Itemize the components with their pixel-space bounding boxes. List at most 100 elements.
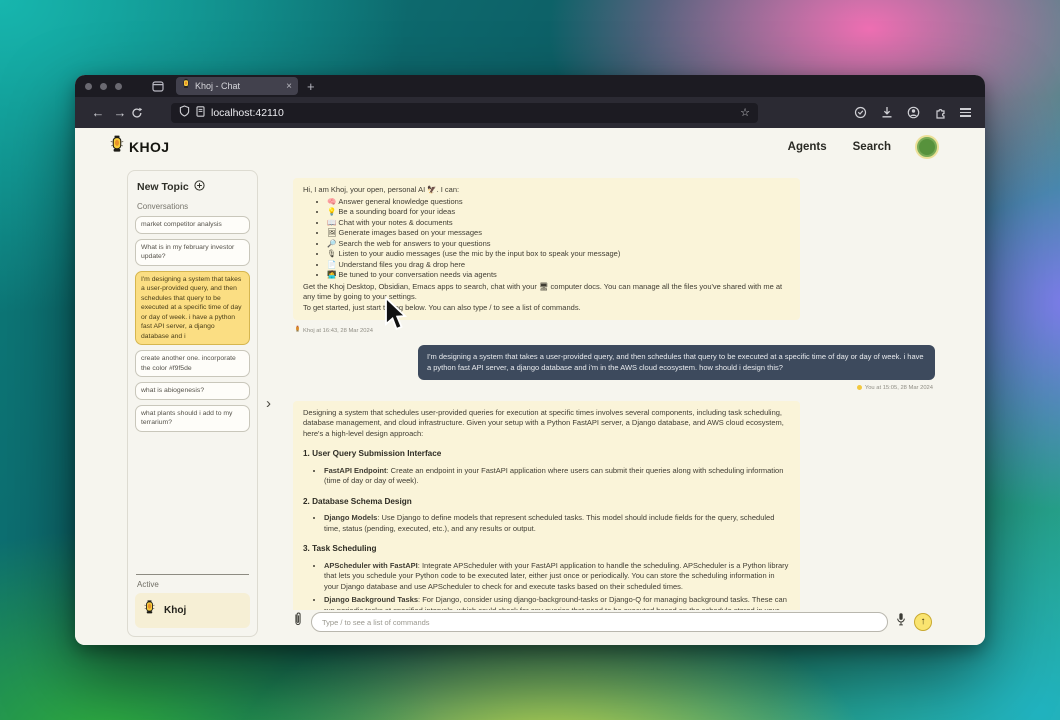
- tab-close-icon[interactable]: ×: [286, 81, 292, 92]
- conversation-item[interactable]: what is abiogenesis?: [135, 382, 250, 400]
- welcome-bullet: 🔎Search the web for answers to your ques…: [327, 239, 790, 250]
- forward-icon[interactable]: →: [109, 105, 131, 120]
- welcome-bullet: 📖Chat with your notes & documents: [327, 218, 790, 229]
- attach-paperclip-icon[interactable]: [293, 611, 303, 633]
- firefox-view-icon[interactable]: [152, 81, 164, 92]
- section-bullet: APScheduler with FastAPI: Integrate APSc…: [324, 561, 790, 593]
- new-topic-button[interactable]: New Topic: [135, 180, 250, 194]
- send-button[interactable]: ↑: [914, 613, 932, 631]
- tracking-shield-icon[interactable]: [179, 104, 190, 122]
- khoj-app: KHOJ Agents Search New Topic Conversatio…: [75, 128, 985, 645]
- page-info-icon[interactable]: [196, 104, 205, 122]
- sidebar-footer: Active Khoj: [135, 568, 250, 628]
- khoj-lantern-icon: [109, 134, 125, 161]
- app-header: KHOJ Agents Search: [75, 128, 985, 166]
- chat-messages: Hi, I am Khoj, your open, personal AI 🦅.…: [293, 178, 935, 610]
- new-topic-label: New Topic: [137, 181, 189, 193]
- window-controls[interactable]: [85, 83, 122, 90]
- bullet-emoji-icon: 📖: [327, 218, 336, 227]
- bullet-emoji-icon: 🎙: [327, 249, 337, 258]
- mic-icon[interactable]: [896, 612, 906, 632]
- extensions-icon[interactable]: [934, 107, 946, 119]
- khoj-lantern-icon: [295, 325, 300, 336]
- section-bullet: Django Background Tasks: For Django, con…: [324, 595, 790, 610]
- section-bullet: Django Models: Use Django to define mode…: [324, 513, 790, 534]
- reload-icon[interactable]: [131, 107, 143, 119]
- desktop-wallpaper: Khoj - Chat × + ← → localhost:42110 ☆: [0, 0, 1060, 720]
- browser-navbar: ← → localhost:42110 ☆: [75, 97, 985, 128]
- bullet-emoji-icon: 💡: [327, 207, 336, 216]
- section-heading: 1. User Query Submission Interface: [303, 448, 790, 459]
- menu-icon[interactable]: [960, 108, 971, 116]
- chat-prompt-input[interactable]: [311, 612, 888, 632]
- conversation-sidebar: New Topic Conversations market competito…: [127, 170, 258, 637]
- shield-badge-icon[interactable]: [854, 106, 867, 119]
- active-label: Active: [135, 580, 250, 589]
- url-text[interactable]: localhost:42110: [211, 107, 734, 119]
- response-intro: Designing a system that schedules user-p…: [303, 408, 790, 440]
- browser-toolbar-icons: [854, 106, 973, 119]
- browser-window: Khoj - Chat × + ← → localhost:42110 ☆: [75, 75, 985, 645]
- khoj-lantern-favicon-icon: [182, 77, 190, 95]
- tab-title: Khoj - Chat: [195, 81, 281, 91]
- user-avatar[interactable]: [917, 137, 937, 157]
- nav-search-link[interactable]: Search: [853, 141, 891, 153]
- user-emoji-icon: [857, 385, 862, 390]
- section-bullets: Django Models: Use Django to define mode…: [303, 513, 790, 534]
- welcome-outro-1: Get the Khoj Desktop, Obsidian, Emacs ap…: [303, 282, 790, 303]
- sidebar-divider: [136, 574, 249, 575]
- welcome-bullet: 💡Be a sounding board for your ideas: [327, 207, 790, 218]
- section-bullets: APScheduler with FastAPI: Integrate APSc…: [303, 561, 790, 610]
- section-heading: 3. Task Scheduling: [303, 543, 790, 554]
- sidebar-collapse-chevron-icon[interactable]: ›: [266, 396, 271, 411]
- section-heading: 2. Database Schema Design: [303, 496, 790, 507]
- welcome-bullet-list: 🧠Answer general knowledge questions 💡Be …: [303, 197, 790, 281]
- conversation-item[interactable]: create another one. incorporate the colo…: [135, 350, 250, 377]
- response-section: 2. Database Schema Design Django Models:…: [303, 496, 790, 534]
- conversation-list: market competitor analysis What is in my…: [135, 216, 250, 432]
- window-close-button[interactable]: [85, 83, 92, 90]
- welcome-outro-2: To get started, just start typing below.…: [303, 303, 790, 314]
- user-message-row: I'm designing a system that takes a user…: [293, 345, 935, 380]
- active-agent-name: Khoj: [164, 605, 186, 616]
- conversation-item[interactable]: what plants should i add to my terrarium…: [135, 405, 250, 432]
- chat-input-bar: ↑: [293, 611, 932, 633]
- nav-agents-link[interactable]: Agents: [788, 141, 827, 153]
- bullet-emoji-icon: 🔎: [327, 239, 336, 248]
- conversation-item[interactable]: What is in my february investor update?: [135, 239, 250, 266]
- bookmark-star-icon[interactable]: ☆: [740, 106, 750, 119]
- browser-tab[interactable]: Khoj - Chat ×: [176, 77, 298, 95]
- khoj-logo[interactable]: KHOJ: [109, 134, 170, 161]
- khoj-lantern-icon: [143, 599, 156, 622]
- welcome-intro: Hi, I am Khoj, your open, personal AI 🦅.…: [303, 185, 790, 196]
- welcome-bullet: 🧠Answer general knowledge questions: [327, 197, 790, 208]
- conversation-item[interactable]: I'm designing a system that takes a user…: [135, 271, 250, 346]
- url-bar[interactable]: localhost:42110 ☆: [171, 103, 758, 123]
- window-zoom-button[interactable]: [115, 83, 122, 90]
- khoj-welcome-message: Hi, I am Khoj, your open, personal AI 🦅.…: [293, 178, 800, 320]
- bullet-emoji-icon: 🧠: [327, 197, 336, 206]
- section-bullet: FastAPI Endpoint: Create an endpoint in …: [324, 466, 790, 487]
- khoj-response-message: Designing a system that schedules user-p…: [293, 401, 800, 610]
- download-icon[interactable]: [881, 106, 893, 119]
- user-message: I'm designing a system that takes a user…: [418, 345, 935, 380]
- response-sections: 1. User Query Submission Interface FastA…: [303, 448, 790, 610]
- browser-titlebar: Khoj - Chat × +: [75, 75, 985, 97]
- plus-circle-icon: [194, 180, 205, 194]
- bullet-emoji-icon: 🧑‍💻: [327, 270, 336, 279]
- bullet-emoji-icon: 📄: [327, 260, 336, 269]
- conversation-item[interactable]: market competitor analysis: [135, 216, 250, 234]
- window-minimize-button[interactable]: [100, 83, 107, 90]
- conversations-label: Conversations: [135, 202, 250, 211]
- active-agent[interactable]: Khoj: [135, 593, 250, 628]
- welcome-bullet: 📄Understand files you drag & drop here: [327, 260, 790, 271]
- logo-text: KHOJ: [129, 139, 170, 155]
- account-icon[interactable]: [907, 106, 920, 119]
- welcome-bullet: 🖼Generate images based on your messages: [327, 228, 790, 239]
- welcome-bullet: 🎙Listen to your audio messages (use the …: [327, 249, 790, 260]
- welcome-bullet: 🧑‍💻Be tuned to your conversation needs v…: [327, 270, 790, 281]
- new-tab-button[interactable]: +: [307, 79, 315, 94]
- bullet-emoji-icon: 🖼: [327, 228, 337, 237]
- section-bullets: FastAPI Endpoint: Create an endpoint in …: [303, 466, 790, 487]
- back-icon[interactable]: ←: [87, 105, 109, 120]
